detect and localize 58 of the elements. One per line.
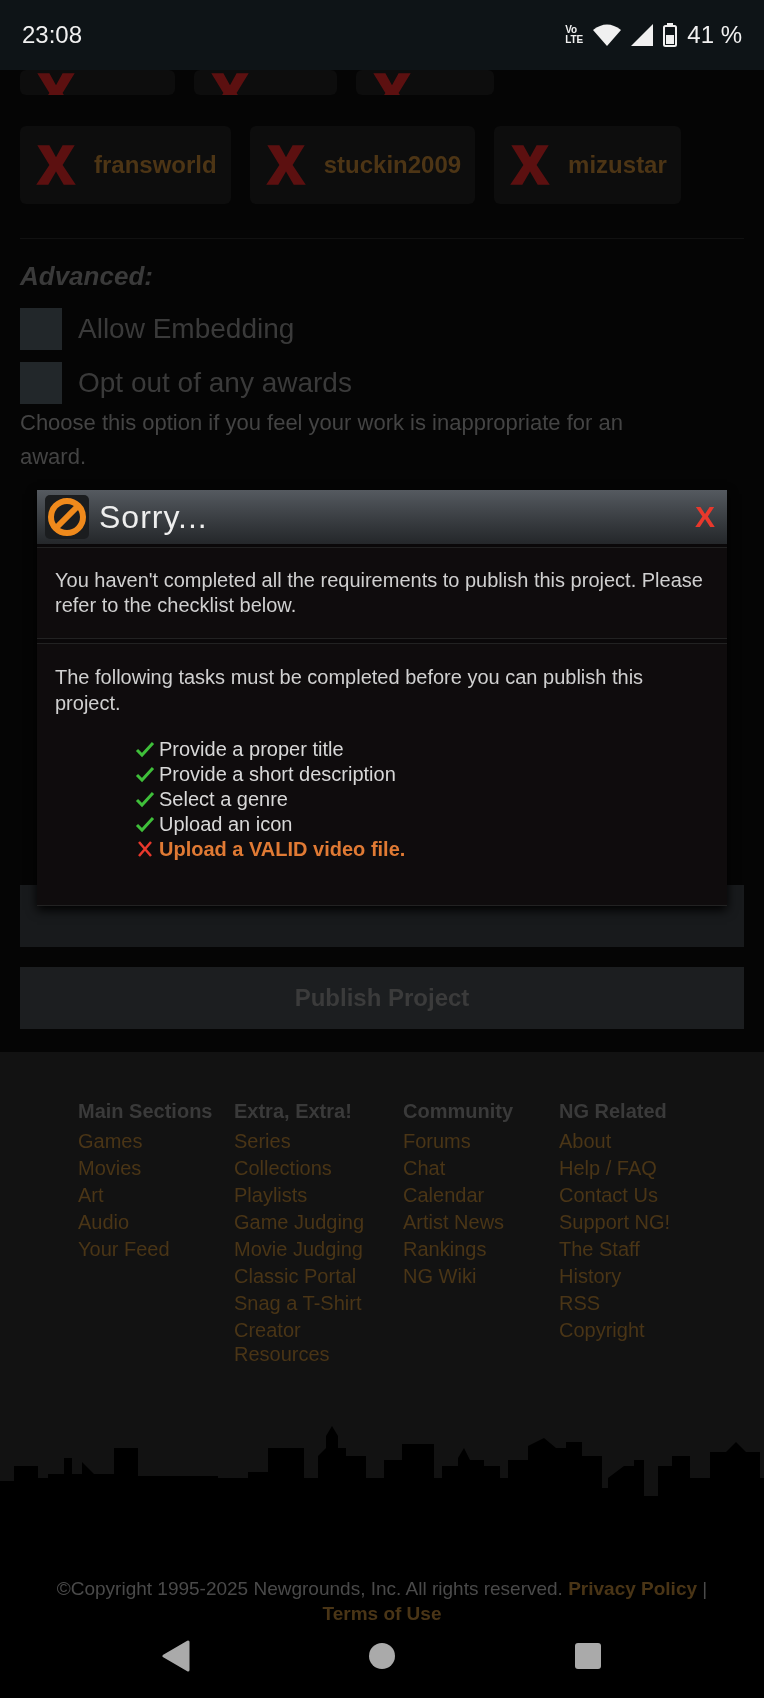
footer-link[interactable]: Art bbox=[78, 1183, 218, 1207]
task-item: Upload an icon bbox=[159, 811, 293, 837]
checkbox[interactable] bbox=[20, 308, 62, 350]
task-item: Provide a short description bbox=[159, 761, 396, 787]
collaborator-name[interactable]: fransworld bbox=[94, 147, 217, 183]
task-item: Select a genre bbox=[159, 786, 288, 812]
x-icon bbox=[508, 143, 553, 187]
x-icon bbox=[34, 143, 78, 187]
footer-link[interactable]: Calendar bbox=[403, 1183, 543, 1207]
footer-link[interactable]: Artist News bbox=[403, 1210, 543, 1234]
checkbox[interactable] bbox=[20, 362, 62, 404]
clock: 23:08 bbox=[22, 20, 83, 50]
privacy-link[interactable]: Privacy Policy bbox=[568, 1578, 698, 1599]
footer-link[interactable]: Chat bbox=[403, 1156, 543, 1180]
footer-link[interactable]: NG Wiki bbox=[403, 1264, 543, 1288]
footer-link[interactable]: Creator Resources bbox=[234, 1318, 374, 1366]
footer-link[interactable]: Rankings bbox=[403, 1237, 543, 1261]
footer-link[interactable]: About bbox=[559, 1129, 699, 1153]
option-note: Choose this option if you feel your work is inappropriate for an award. bbox=[20, 409, 624, 471]
footer-link[interactable]: Support NG! bbox=[559, 1210, 699, 1234]
footer-link[interactable]: Movies bbox=[78, 1156, 218, 1180]
back-icon[interactable] bbox=[162, 1640, 190, 1672]
footer-link[interactable]: Audio bbox=[78, 1210, 218, 1234]
wifi-icon bbox=[593, 24, 622, 46]
dialog-title: Sorry... bbox=[99, 498, 208, 537]
copyright-text: ©Copyright 1995-2025 Newgrounds, Inc. All rights reserved. Privacy Policy | Terms of Use bbox=[55, 1577, 709, 1626]
signal-icon bbox=[631, 24, 654, 46]
footer-link[interactable]: Your Feed bbox=[78, 1237, 218, 1261]
close-button[interactable]: X bbox=[695, 502, 715, 532]
footer-link[interactable]: Snag a T-Shirt bbox=[234, 1291, 374, 1315]
footer-link[interactable]: Classic Portal bbox=[234, 1264, 374, 1288]
footer-link[interactable]: History bbox=[559, 1264, 699, 1288]
prohibited-icon bbox=[45, 495, 89, 539]
battery-icon bbox=[663, 23, 678, 47]
footer-link[interactable]: Help / FAQ bbox=[559, 1156, 699, 1180]
footer-link[interactable]: RSS bbox=[559, 1291, 699, 1315]
footer-link[interactable]: Playlists bbox=[234, 1183, 374, 1207]
task-item: Upload a VALID video file. bbox=[159, 836, 406, 862]
footer-link[interactable]: Copyright bbox=[559, 1318, 699, 1342]
tasks-intro: The following tasks must be completed before you can publish this project. bbox=[55, 665, 645, 716]
task-item: Provide a proper title bbox=[159, 736, 344, 762]
terms-link[interactable]: Terms of Use bbox=[322, 1603, 442, 1624]
footer-link[interactable]: Series bbox=[234, 1129, 374, 1153]
collaborator-name[interactable]: mizustar bbox=[568, 147, 667, 183]
footer-link[interactable]: Contact Us bbox=[559, 1183, 699, 1207]
volte-icon: Vo LTE bbox=[565, 25, 584, 45]
collaborator-name[interactable]: stuckin2009 bbox=[323, 147, 462, 183]
footer-link[interactable]: Collections bbox=[234, 1156, 374, 1180]
battery-level: 41 % bbox=[687, 20, 742, 50]
footer-link[interactable]: The Staff bbox=[559, 1237, 699, 1261]
footer-link[interactable]: Game Judging bbox=[234, 1210, 374, 1234]
footer-link[interactable]: Games bbox=[78, 1129, 218, 1153]
footer-link[interactable]: Movie Judging bbox=[234, 1237, 374, 1261]
recents-icon[interactable] bbox=[574, 1642, 602, 1670]
dialog-message: You haven't completed all the requirements to publish this project. Please refer to the checklist below. bbox=[55, 568, 704, 618]
footer-link[interactable]: Forums bbox=[403, 1129, 543, 1153]
home-icon[interactable] bbox=[368, 1642, 396, 1670]
x-icon bbox=[263, 143, 308, 187]
